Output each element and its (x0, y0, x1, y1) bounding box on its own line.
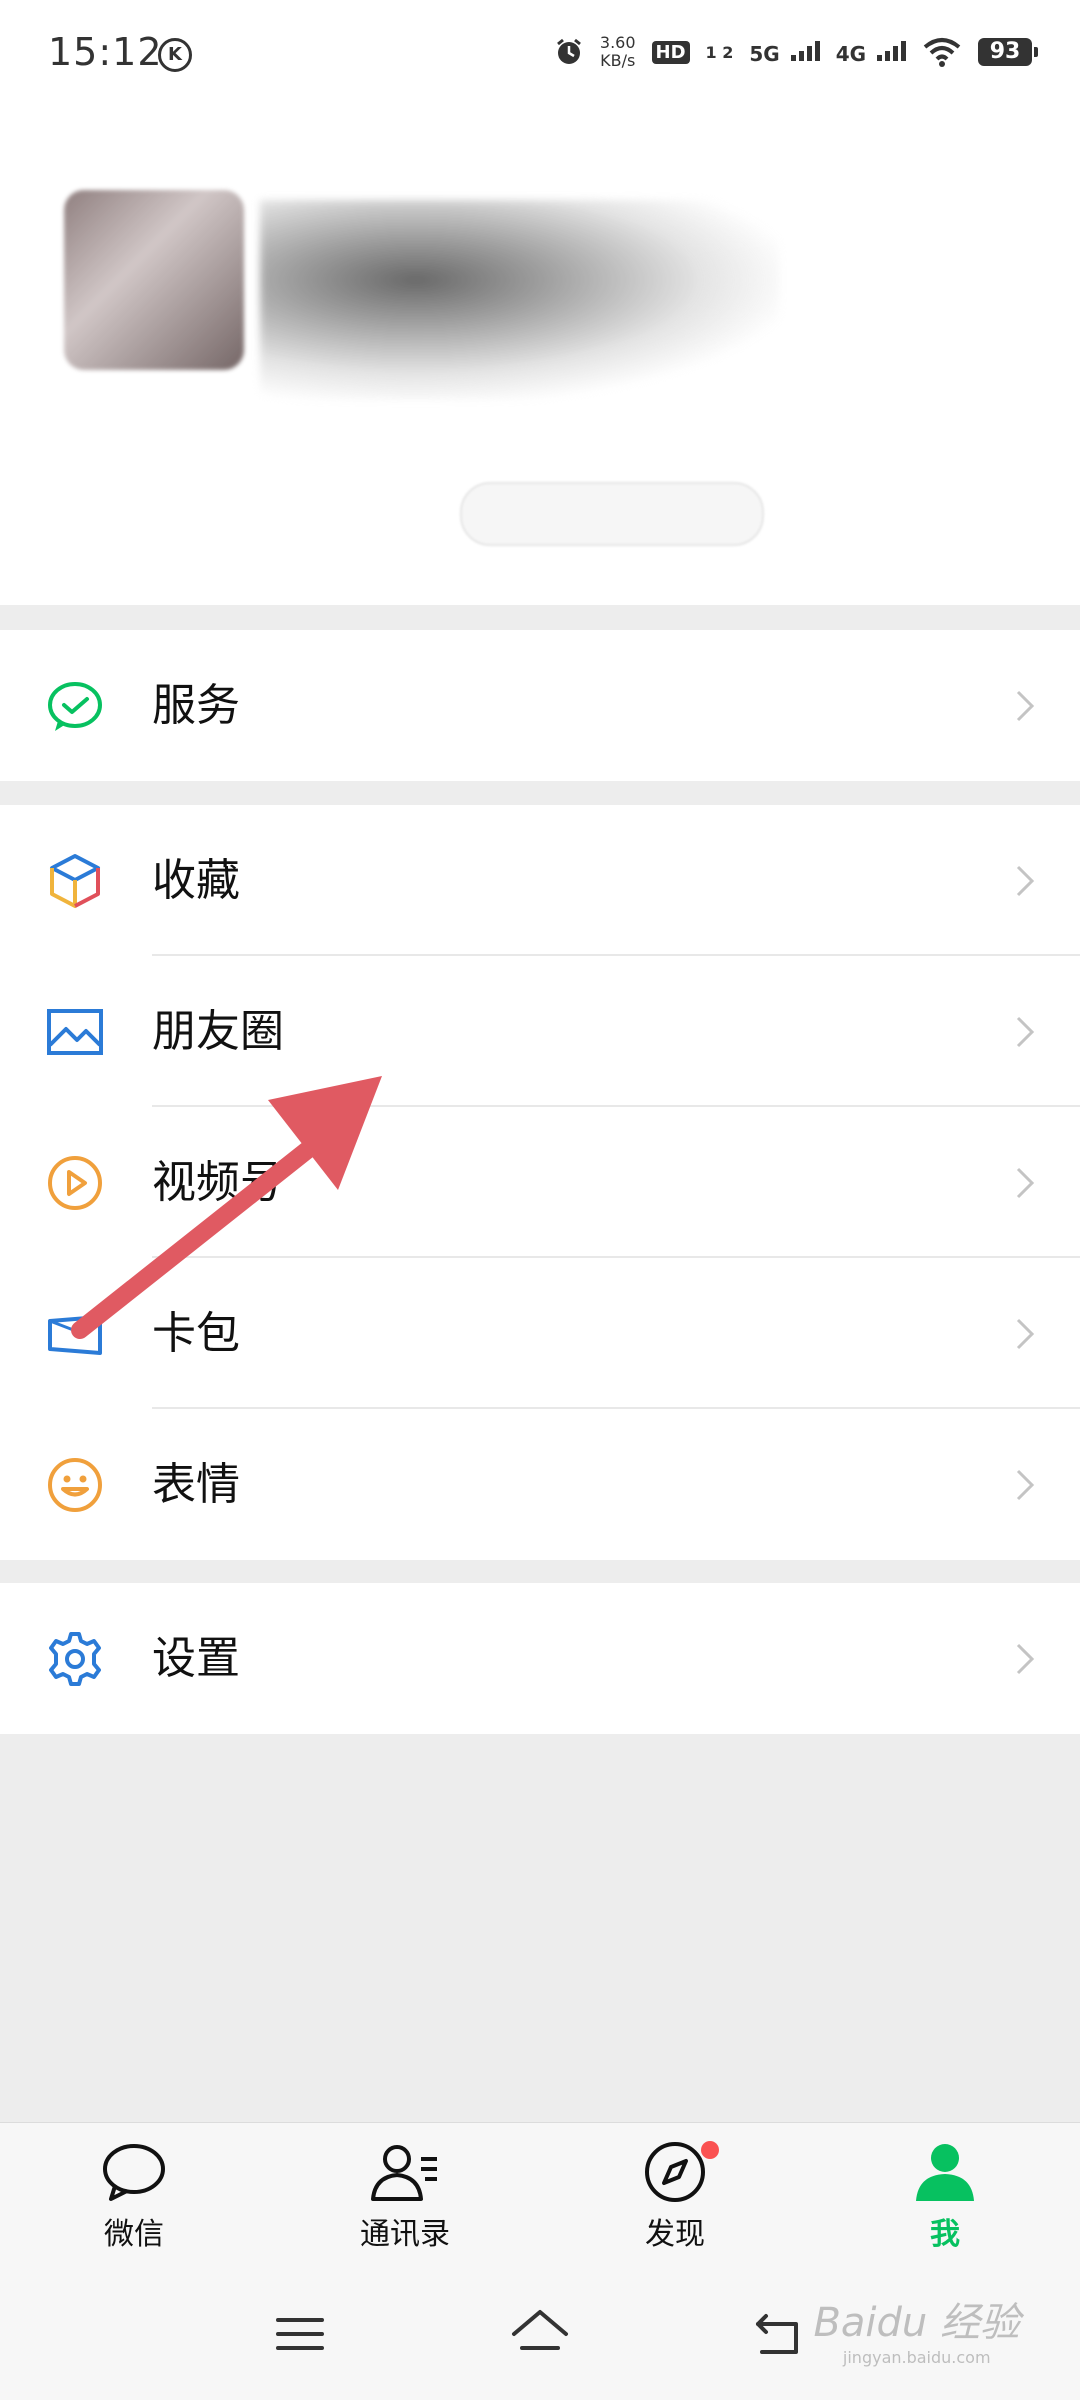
contacts-icon (371, 2145, 437, 2201)
chevron-right-icon (1016, 690, 1035, 722)
bottom-tab-bar: 微信 通讯录 发现 我 (0, 2122, 1080, 2275)
settings-card: 设置 (0, 1583, 1080, 1734)
menu-item-settings[interactable]: 设置 (0, 1583, 1080, 1734)
smiley-icon (48, 1458, 102, 1512)
battery-indicator: 93 (978, 38, 1038, 66)
avatar[interactable] (64, 190, 244, 370)
play-circle-icon (48, 1156, 102, 1210)
tab-discover[interactable]: 发现 (585, 2141, 765, 2271)
net-speed-unit: KB/s (600, 51, 636, 70)
alarm-icon (556, 38, 581, 64)
cube-icon (50, 854, 100, 908)
home-icon[interactable] (510, 2308, 570, 2358)
notification-dot (701, 2141, 719, 2159)
net-speed: 3.60 KB/s (600, 34, 636, 70)
net-5g-label: 5G (749, 41, 780, 66)
net-5g: 5G (749, 39, 820, 66)
menu-item-service[interactable]: 服务 (0, 630, 1080, 781)
compass-icon (645, 2142, 705, 2202)
status-time: 15:12 (48, 30, 163, 74)
chevron-right-icon (1016, 1167, 1035, 1199)
gear-icon (49, 1632, 101, 1686)
tab-me[interactable]: 我 (855, 2141, 1035, 2271)
service-icon (48, 682, 102, 731)
baidu-watermark: Baidu 经验 jingyan.baidu.com (813, 2290, 1020, 2367)
menu-item-stickers[interactable]: 表情 (0, 1409, 1080, 1560)
profile-name-obscured (260, 200, 780, 400)
menu-item-cards[interactable]: 卡包 (0, 1258, 1080, 1409)
profile-header[interactable] (0, 110, 1080, 605)
service-card: 服务 (0, 630, 1080, 781)
tab-label-me: 我 (930, 2217, 960, 2252)
net-4g-label: 4G (835, 41, 867, 66)
sim-label: 1 2 (705, 42, 734, 62)
menu-label-service: 服务 (152, 680, 240, 731)
wifi-icon (923, 38, 961, 67)
signal-bars-icon (790, 39, 820, 61)
net-4g: 4G (836, 39, 906, 66)
menu-icon[interactable] (276, 2314, 324, 2354)
k-badge-icon: K (158, 38, 192, 72)
status-indicators: 3.60 KB/s HD 1 2 5G 4G 93 (554, 30, 1038, 74)
tab-label-contacts: 通讯录 (360, 2217, 450, 2252)
picture-icon (47, 1009, 103, 1055)
menu-item-favorites[interactable]: 收藏 (0, 805, 1080, 956)
tab-label-chats: 微信 (104, 2217, 164, 2252)
menu-label-moments: 朋友圈 (152, 1006, 284, 1057)
tab-label-discover: 发现 (645, 2217, 705, 2252)
tab-chats[interactable]: 微信 (44, 2141, 224, 2271)
watermark-text: Baidu 经验 (813, 2300, 1020, 2346)
profile-status-chip-obscured[interactable] (460, 482, 764, 546)
chevron-right-icon (1016, 1469, 1035, 1501)
chat-bubble-icon (103, 2144, 165, 2201)
menu-label-channels: 视频号 (152, 1157, 284, 1208)
status-bar: 15:12 K 3.60 KB/s HD 1 2 5G 4G 93 (0, 0, 1080, 110)
signal-bars-icon (877, 39, 906, 61)
menu-label-settings: 设置 (152, 1633, 240, 1684)
watermark-sub: jingyan.baidu.com (842, 2348, 991, 2367)
wechat-me-screen: 15:12 K 3.60 KB/s HD 1 2 5G 4G 93 服务 收藏 … (0, 0, 1080, 2400)
tab-contacts[interactable]: 通讯录 (315, 2141, 495, 2271)
wallet-icon (48, 1315, 102, 1355)
person-icon (916, 2144, 974, 2201)
menu-label-stickers: 表情 (152, 1459, 240, 1510)
back-icon[interactable] (752, 2310, 804, 2358)
menu-item-channels[interactable]: 视频号 (0, 1107, 1080, 1258)
chevron-right-icon (1016, 865, 1035, 897)
chevron-right-icon (1016, 1016, 1035, 1048)
main-menu-card: 收藏 朋友圈 视频号 卡包 表情 (0, 805, 1080, 1560)
menu-label-favorites: 收藏 (152, 855, 240, 906)
menu-item-moments[interactable]: 朋友圈 (0, 956, 1080, 1107)
chevron-right-icon (1016, 1318, 1035, 1350)
menu-label-cards: 卡包 (152, 1308, 240, 1359)
chevron-right-icon (1016, 1643, 1035, 1675)
net-speed-value: 3.60 (599, 33, 636, 52)
hd-badge: HD (651, 40, 690, 64)
